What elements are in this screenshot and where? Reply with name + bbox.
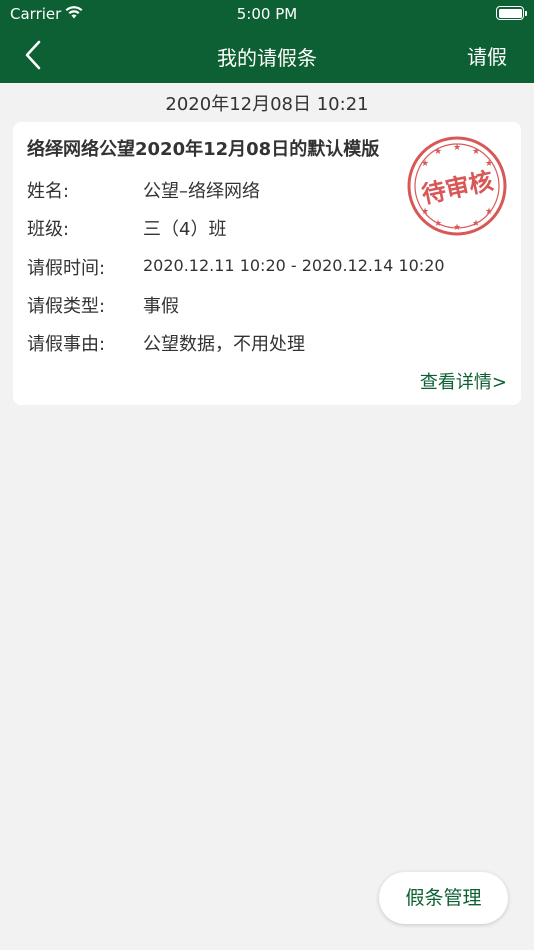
row-label: 姓名:	[27, 181, 70, 202]
row-label: 请假事由:	[27, 334, 106, 355]
leave-management-button[interactable]: 假条管理	[379, 872, 508, 924]
page-title: 我的请假条	[217, 46, 317, 70]
status-time: 5:00 PM	[236, 5, 298, 23]
svg-text:★: ★	[421, 159, 429, 169]
row-value: 2020.12.11 10:20 - 2020.12.14 10:20	[143, 256, 445, 275]
view-details-link[interactable]: 查看详情>	[420, 368, 507, 394]
list-date-header: 2020年12月08日 10:21	[165, 94, 369, 115]
header-bar: Carrier 5:00 PM 我的请假条 请假	[0, 0, 534, 83]
card-title: 络绎网络公望2020年12月08日的默认模版	[27, 139, 380, 160]
svg-text:★: ★	[434, 219, 442, 229]
svg-text:★: ★	[472, 147, 480, 157]
svg-text:★: ★	[472, 219, 480, 229]
battery-icon	[496, 6, 527, 20]
pending-review-stamp-icon: ★ ★ ★ ★ ★ ★ ★ ★ ★ ★ 待审核	[407, 136, 507, 236]
row-value: 公望数据，不用处理	[143, 334, 305, 355]
svg-text:★: ★	[485, 207, 493, 217]
leave-request-card[interactable]: 络绎网络公望2020年12月08日的默认模版 姓名: 公望–络绎网络 班级: 三…	[13, 122, 521, 405]
svg-text:★: ★	[434, 147, 442, 157]
row-value: 三（4）班	[143, 219, 227, 240]
row-label: 请假类型:	[27, 296, 106, 317]
status-bar: Carrier 5:00 PM	[0, 0, 534, 28]
navigation-bar: 我的请假条 请假	[0, 28, 534, 83]
row-value: 事假	[143, 296, 179, 317]
row-label: 班级:	[27, 219, 70, 240]
row-label: 请假时间:	[27, 258, 106, 279]
row-value: 公望–络绎网络	[143, 181, 260, 202]
request-leave-button[interactable]: 请假	[467, 41, 507, 70]
svg-text:★: ★	[453, 223, 461, 233]
svg-text:★: ★	[453, 143, 461, 153]
